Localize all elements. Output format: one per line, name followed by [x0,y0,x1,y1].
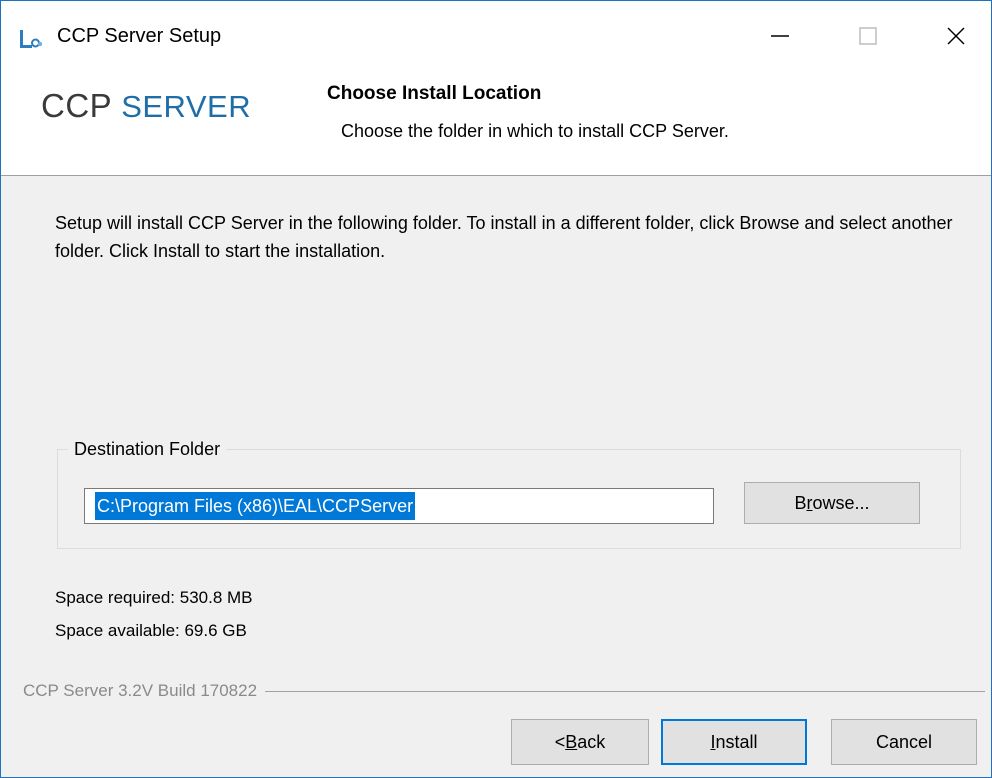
destination-path-input[interactable]: C:\Program Files (x86)\EAL\CCPServer [84,488,714,524]
logo-ccp: CCP [41,87,113,124]
branding-text: CCP Server 3.2V Build 170822 [23,681,266,701]
maximize-button[interactable] [833,1,903,71]
back-button[interactable]: < Back [511,719,649,765]
page-subtitle: Choose the folder in which to install CC… [341,121,729,141]
minimize-icon [771,35,789,37]
back-label-pre: < [554,731,566,752]
cancel-button[interactable]: Cancel [831,719,977,765]
setup-window: CCP Server Setup CCP SERVER Choose Instal… [0,0,992,778]
destination-folder-group: Destination Folder C:\Program Files (x86… [57,438,961,549]
close-button[interactable] [921,1,991,71]
browse-button[interactable]: Br owse... [744,482,920,524]
maximize-icon [859,27,877,45]
ccp-server-logo: CCP SERVER [41,87,251,125]
destination-path-value: C:\Program Files (x86)\EAL\CCPServer [95,492,416,520]
app-icon [19,28,43,50]
title-bar[interactable]: CCP Server Setup [1,1,991,71]
back-label-post: ack [577,731,606,752]
wizard-header: CCP SERVER Choose Install Location Choose… [1,71,991,176]
close-icon [947,27,965,45]
browse-label-pre: B [794,492,807,513]
destination-folder-label: Destination Folder [68,438,227,460]
minimize-button[interactable] [745,1,815,71]
window-title: CCP Server Setup [57,25,222,47]
install-label-post: nstall [715,731,758,752]
space-available: Space available: 69.6 GB [55,621,247,640]
install-button[interactable]: Install [661,719,807,765]
space-required: Space required: 530.8 MB [55,588,253,607]
intro-text: Setup will install CCP Server in the fol… [55,213,953,261]
back-label-accel: B [565,731,578,752]
logo-server: SERVER [121,89,252,124]
page-title: Choose Install Location [327,83,542,104]
browse-label-post: owse... [812,492,870,513]
